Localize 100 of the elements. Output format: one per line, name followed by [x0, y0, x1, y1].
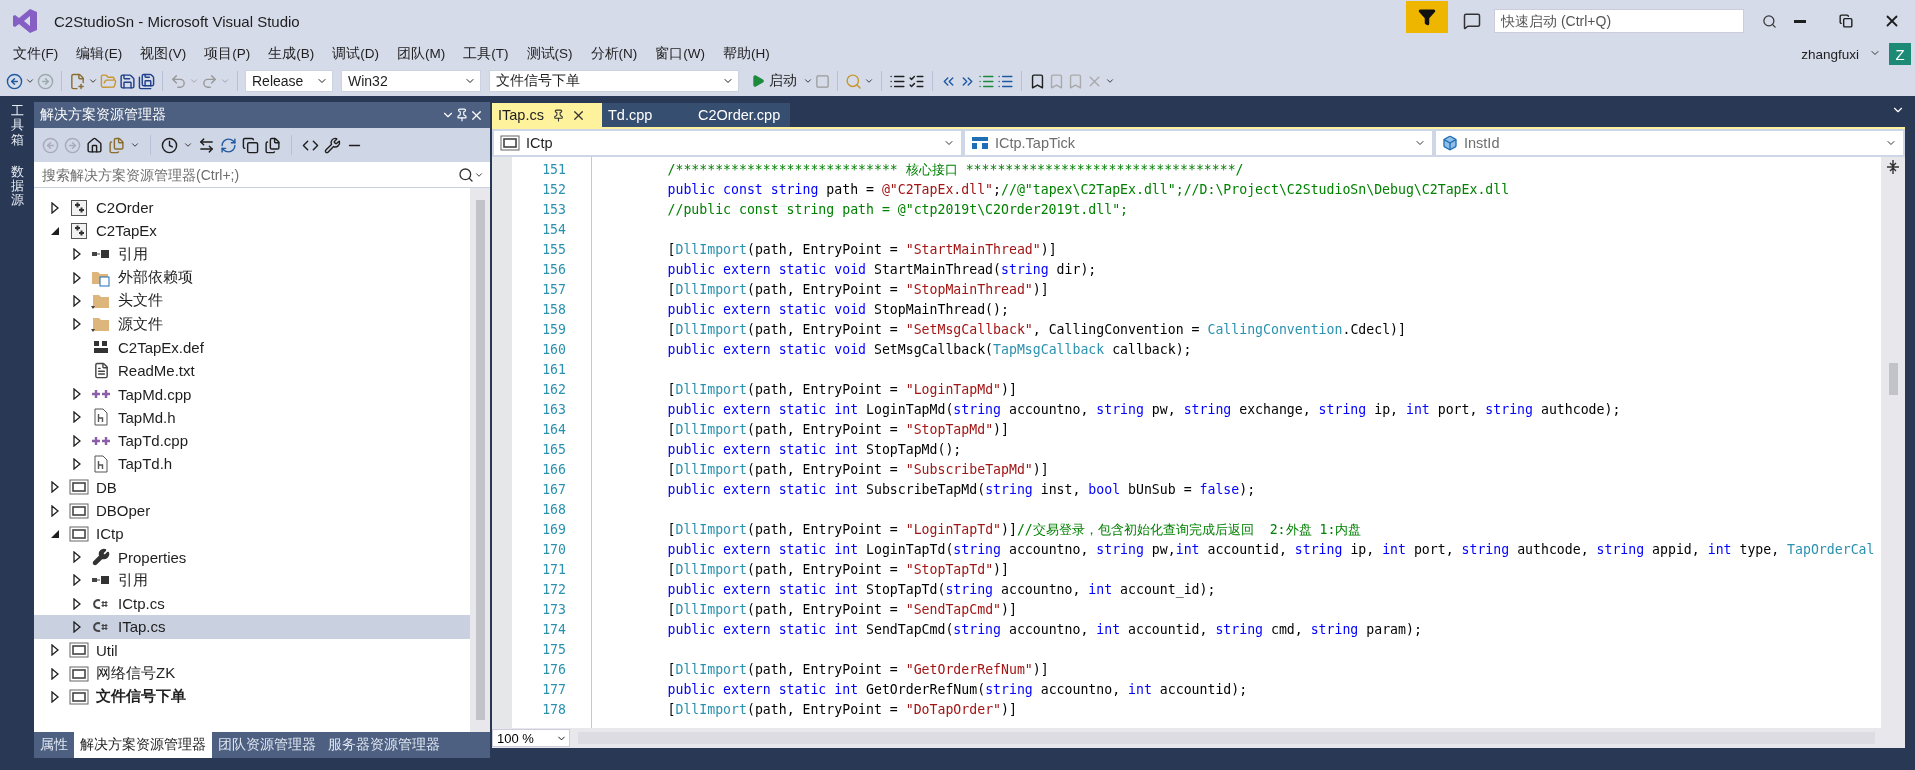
user-name[interactable]: zhangfuxi: [1801, 46, 1859, 62]
search-icon[interactable]: [1762, 13, 1777, 29]
tree-item[interactable]: 引用: [34, 568, 470, 593]
collapsed-arrow-icon[interactable]: [73, 621, 81, 633]
collapsed-arrow-icon[interactable]: [73, 457, 81, 470]
collapsed-arrow-icon[interactable]: [51, 667, 59, 680]
tree-item[interactable]: TapTd.h: [34, 452, 470, 476]
tree-item-label: ICtp.cs: [118, 595, 165, 613]
collapsed-arrow-icon[interactable]: [51, 201, 59, 214]
navigation-dropdown[interactable]: ICtp.TapTick: [965, 131, 1432, 155]
tree-item[interactable]: ICtp: [34, 522, 470, 546]
collapsed-arrow-icon[interactable]: [73, 597, 81, 610]
zoom-dropdown[interactable]: 100 %: [492, 729, 570, 747]
menu-item[interactable]: 帮助(H): [714, 45, 779, 63]
sync-icon[interactable]: [198, 136, 215, 154]
tree-item[interactable]: C2TapEx.def: [34, 335, 470, 360]
side-tab[interactable]: 数据源: [10, 164, 24, 208]
tree-item[interactable]: 外部依赖项: [34, 265, 470, 290]
tree-item[interactable]: ReadMe.txt: [34, 359, 470, 383]
pane-tab[interactable]: 团队资源管理器: [212, 732, 322, 758]
navigation-dropdown[interactable]: InstId: [1436, 131, 1903, 155]
tree-item[interactable]: 源文件: [34, 312, 470, 336]
menu-item[interactable]: 工具(T): [454, 45, 518, 63]
save-icon[interactable]: [119, 72, 136, 90]
collapsed-arrow-icon[interactable]: [73, 551, 81, 564]
pane-tab[interactable]: 属性: [34, 732, 74, 758]
collapsed-arrow-icon[interactable]: [73, 248, 81, 261]
menu-item[interactable]: 测试(S): [517, 45, 582, 63]
collapsed-arrow-icon[interactable]: [73, 574, 81, 587]
tree-item[interactable]: TapMd.h: [34, 405, 470, 429]
home-icon[interactable]: [86, 136, 103, 154]
menu-item[interactable]: 文件(F): [4, 45, 68, 63]
menu-item[interactable]: 调试(D): [323, 45, 388, 63]
tree-item[interactable]: ICtp.cs: [34, 592, 470, 616]
wrench-icon[interactable]: [324, 136, 341, 154]
configuration-dropdown[interactable]: Release: [245, 70, 333, 92]
document-tab[interactable]: Td.cpp: [602, 103, 692, 127]
menu-item[interactable]: 团队(M): [388, 45, 455, 63]
clock-icon[interactable]: [161, 136, 178, 154]
pane-tab[interactable]: 服务器资源管理器: [322, 732, 446, 758]
pane-tab[interactable]: 解决方案资源管理器: [74, 732, 212, 758]
search-field[interactable]: 搜索解决方案资源管理器(Ctrl+;): [34, 162, 490, 188]
menu-item[interactable]: 生成(B): [259, 45, 324, 63]
pin-icon[interactable]: [455, 108, 469, 122]
scrollbar-thumb[interactable]: [1888, 363, 1898, 395]
back-icon[interactable]: [6, 72, 23, 90]
quick-launch-field[interactable]: 快速启动 (Ctrl+Q): [1494, 9, 1744, 33]
tree-item[interactable]: C2Order: [34, 196, 470, 220]
expanded-arrow-icon[interactable]: [50, 528, 60, 539]
menu-item[interactable]: 项目(P): [195, 45, 260, 63]
notification-filter-button[interactable]: [1406, 1, 1448, 33]
show-all-files-icon[interactable]: [264, 136, 281, 154]
tree-item[interactable]: ITap.cs: [34, 615, 470, 639]
tree-item[interactable]: Properties: [34, 545, 470, 569]
collapsed-arrow-icon[interactable]: [73, 294, 81, 307]
collapsed-arrow-icon[interactable]: [73, 411, 81, 424]
start-button[interactable]: 启动: [747, 72, 801, 90]
scrollbar[interactable]: [1881, 157, 1905, 728]
collapsed-arrow-icon[interactable]: [51, 504, 59, 517]
collapsed-arrow-icon[interactable]: [51, 644, 59, 657]
menu-item[interactable]: 分析(N): [581, 45, 647, 63]
menu-item[interactable]: 编辑(E): [67, 45, 132, 63]
expanded-arrow-icon[interactable]: [50, 225, 60, 236]
side-tab[interactable]: 工具箱: [10, 104, 24, 147]
document-tab[interactable]: ITap.cs: [492, 103, 602, 127]
tree-item[interactable]: 头文件: [34, 289, 470, 313]
switch-views-icon[interactable]: [108, 136, 125, 154]
scrollbar[interactable]: [470, 188, 490, 732]
search-icon[interactable]: [458, 166, 474, 183]
collapsed-arrow-icon[interactable]: [73, 318, 81, 331]
document-tab[interactable]: C2Order.cpp: [692, 103, 791, 127]
collapsed-arrow-icon[interactable]: [73, 271, 81, 284]
split-icon[interactable]: [1885, 159, 1901, 175]
tree-item[interactable]: C2TapEx: [34, 219, 470, 243]
collapse-all-icon[interactable]: [242, 136, 259, 154]
bookmark-icon[interactable]: [1029, 72, 1046, 90]
tree-item[interactable]: DBOper: [34, 498, 470, 523]
menu-item[interactable]: 窗口(W): [646, 45, 714, 63]
scrollbar-thumb[interactable]: [475, 200, 485, 720]
tree-item[interactable]: DB: [34, 475, 470, 499]
project-icon: [70, 198, 88, 217]
tree-item[interactable]: TapMd.cpp: [34, 382, 470, 406]
platform-dropdown[interactable]: Win32: [341, 70, 481, 92]
pin-icon[interactable]: [551, 108, 565, 122]
tree-item[interactable]: Util: [34, 638, 470, 662]
tree-item[interactable]: 文件信号下单: [34, 685, 470, 709]
collapsed-arrow-icon[interactable]: [73, 434, 81, 447]
user-avatar[interactable]: Z: [1889, 43, 1911, 65]
menu-item[interactable]: 视图(V): [131, 45, 196, 63]
navigation-dropdown[interactable]: ICtp: [494, 131, 961, 155]
startup-project-dropdown[interactable]: 文件信号下单: [489, 70, 739, 92]
collapsed-arrow-icon[interactable]: [51, 481, 59, 494]
save-all-icon[interactable]: [138, 72, 155, 90]
collapsed-arrow-icon[interactable]: [73, 388, 81, 400]
tree-item[interactable]: TapTd.cpp: [34, 428, 470, 453]
tree-item[interactable]: 网络信号ZK: [34, 661, 470, 686]
new-project-icon[interactable]: [69, 72, 86, 90]
collapsed-arrow-icon[interactable]: [51, 690, 59, 703]
tree-item[interactable]: 引用: [34, 242, 470, 266]
refresh-icon[interactable]: [220, 136, 237, 154]
